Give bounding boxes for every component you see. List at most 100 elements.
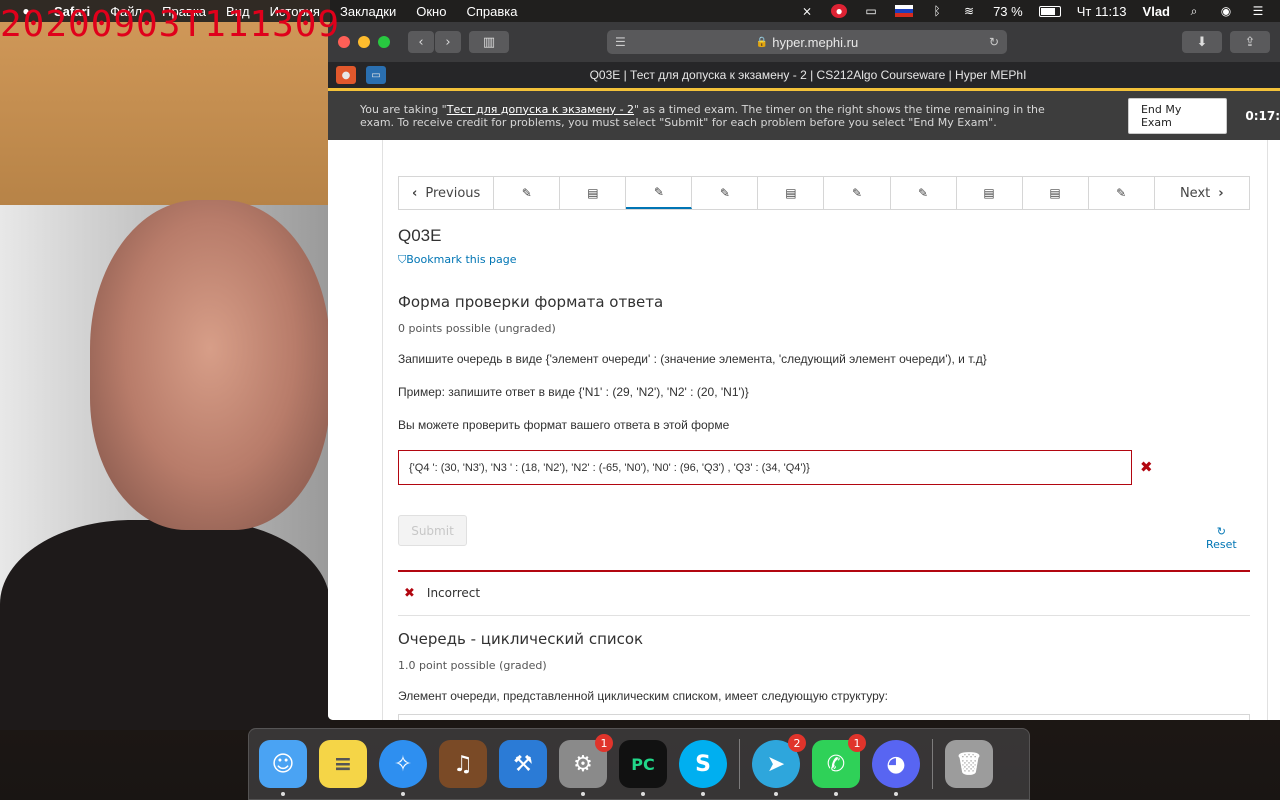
telegram-icon[interactable]: ➤ 2 xyxy=(752,734,806,796)
webcam-person-body xyxy=(0,520,330,730)
skype-icon[interactable]: S xyxy=(679,740,727,796)
forward-button[interactable]: › xyxy=(435,31,461,53)
pycharm-icon[interactable]: PC xyxy=(619,740,667,796)
dock-separator xyxy=(739,739,740,789)
share-icon[interactable]: ⇪ xyxy=(1230,31,1270,53)
problem-1-example: Пример: запишите ответ в виде {'N1' : (2… xyxy=(398,385,749,399)
sequence-item-5[interactable]: ▤ xyxy=(758,177,825,209)
xcode-icon[interactable]: ⚒ xyxy=(499,740,547,788)
sequence-item-3[interactable]: ✎ xyxy=(626,177,693,209)
exam-name-link[interactable]: Тест для допуска к экзамену - 2 xyxy=(447,103,634,116)
minimize-window-button[interactable] xyxy=(358,36,370,48)
notification-center-icon[interactable]: ☰ xyxy=(1250,4,1266,18)
edit-icon: ✎ xyxy=(917,186,929,200)
battery-percentage[interactable]: 73 % xyxy=(993,4,1023,19)
menu-clock[interactable]: Чт 11:13 xyxy=(1077,4,1127,19)
running-indicator xyxy=(641,792,645,796)
problem-divider xyxy=(398,615,1250,616)
no-network-icon[interactable]: ⨯ xyxy=(799,4,815,18)
safari-toolbar: ‹ › ▥ ☰ 🔒 hyper.mephi.ru ↻ ⬇ ⇪ xyxy=(328,22,1280,62)
url-text: hyper.mephi.ru xyxy=(772,34,859,50)
finder-icon[interactable]: ☺ xyxy=(259,740,307,796)
notification-app-icon[interactable]: ● xyxy=(831,4,848,18)
problem-1-title: Форма проверки формата ответа xyxy=(398,293,664,311)
menu-help[interactable]: Справка xyxy=(466,4,517,19)
menu-bar-status: ⨯ ● ▭ ᛒ ≋ 73 % Чт 11:13 Vlad ⌕ ◉ ☰ xyxy=(799,4,1280,19)
edit-icon: ✎ xyxy=(521,186,532,200)
edit-icon: ✎ xyxy=(1116,186,1127,200)
zoom-window-button[interactable] xyxy=(378,36,390,48)
reader-view-icon[interactable]: ☰ xyxy=(615,35,626,49)
previous-button[interactable]: ‹ Previous xyxy=(399,177,495,209)
menu-bookmarks[interactable]: Закладки xyxy=(340,4,396,19)
reload-icon[interactable]: ↻ xyxy=(989,35,999,49)
sequence-item-9[interactable]: ▤ xyxy=(1023,177,1089,209)
problem-2-code-box xyxy=(398,714,1250,720)
downloads-icon[interactable]: ⬇ xyxy=(1182,31,1222,53)
answer-input[interactable]: {'Q4 ': (30, 'N3'), 'N3 ' : (18, 'N2'), … xyxy=(398,450,1132,485)
sequence-item-2[interactable]: ▤ xyxy=(560,177,627,209)
reset-button[interactable]: ↻ Reset xyxy=(1206,525,1237,551)
garageband-icon[interactable]: ♫ xyxy=(439,740,487,788)
book-icon: ▤ xyxy=(1049,186,1061,200)
book-icon: ▤ xyxy=(785,186,797,200)
pinned-tab-icon[interactable]: ● xyxy=(336,66,356,84)
exam-banner-prefix: You are taking " xyxy=(360,102,447,116)
safari-icon[interactable]: ✧ xyxy=(379,740,427,796)
problem-1-feedback: ✖ Incorrect xyxy=(398,570,1250,614)
battery-icon[interactable] xyxy=(1038,5,1061,17)
discord-icon[interactable]: ◕ xyxy=(872,740,920,796)
facetime-badge: 1 xyxy=(848,734,866,752)
sequence-navigation: ‹ Previous ✎ ▤ ✎ ✎ ▤ ✎ ✎ ▤ ▤ ✎ Next › xyxy=(398,176,1250,210)
sequence-item-10[interactable]: ✎ xyxy=(1089,177,1155,209)
sequence-item-8[interactable]: ▤ xyxy=(957,177,1023,209)
problem-2-points: 1.0 point possible (graded) xyxy=(398,659,547,672)
sequence-item-1[interactable]: ✎ xyxy=(494,177,561,209)
chevron-left-icon: ‹ xyxy=(412,185,418,201)
wifi-icon[interactable]: ≋ xyxy=(961,4,977,18)
problem-1-points: 0 points possible (ungraded) xyxy=(398,322,556,335)
sidebar-toggle-icon[interactable]: ▥ xyxy=(469,31,509,53)
edit-icon: ✎ xyxy=(719,186,730,200)
mac-dock: ☺ ≡ ✧ ♫ ⚒ ⚙ 1 PC S ➤ 2 ✆ 1 ◕ 🗑 xyxy=(248,728,1030,800)
incorrect-mark-icon: ✖ xyxy=(1140,458,1153,476)
safari-window: ‹ › ▥ ☰ 🔒 hyper.mephi.ru ↻ ⬇ ⇪ ● ▭ Q03E … xyxy=(328,22,1280,720)
problem-1-note: Вы можете проверить формат вашего ответа… xyxy=(398,418,730,432)
address-bar[interactable]: ☰ 🔒 hyper.mephi.ru ↻ xyxy=(607,30,1007,54)
running-indicator xyxy=(581,792,585,796)
menu-user[interactable]: Vlad xyxy=(1143,4,1170,19)
menu-window[interactable]: Окно xyxy=(416,4,446,19)
refresh-icon: ↻ xyxy=(1216,525,1226,538)
trash-icon[interactable]: 🗑 xyxy=(945,740,993,788)
incorrect-icon: ✖ xyxy=(404,585,415,601)
edit-icon: ✎ xyxy=(851,186,863,200)
running-indicator xyxy=(774,792,778,796)
timed-exam-banner: You are taking "Тест для допуска к экзам… xyxy=(328,88,1280,140)
submit-button[interactable]: Submit xyxy=(398,515,467,546)
running-indicator xyxy=(401,792,405,796)
facetime-icon[interactable]: ✆ 1 xyxy=(812,734,866,796)
active-tab-title[interactable]: Q03E | Тест для допуска к экзамену - 2 |… xyxy=(396,68,1280,82)
notes-icon[interactable]: ≡ xyxy=(319,740,367,788)
siri-icon[interactable]: ◉ xyxy=(1218,4,1234,18)
pinned-tab-messages-icon[interactable]: ▭ xyxy=(366,66,386,84)
sequence-item-4[interactable]: ✎ xyxy=(692,177,759,209)
bluetooth-icon[interactable]: ᛒ xyxy=(929,4,945,18)
running-indicator xyxy=(281,792,285,796)
exam-banner-message: You are taking "Тест для допуска к экзам… xyxy=(360,103,1066,129)
chevron-right-icon: › xyxy=(1218,185,1224,201)
keyboard-layout-flag-icon[interactable] xyxy=(895,5,914,17)
end-my-exam-button[interactable]: End My Exam xyxy=(1127,97,1228,134)
messages-status-icon[interactable]: ▭ xyxy=(863,4,879,18)
sequence-item-6[interactable]: ✎ xyxy=(824,177,891,209)
reset-label: Reset xyxy=(1206,538,1237,551)
running-indicator xyxy=(701,792,705,796)
spotlight-search-icon[interactable]: ⌕ xyxy=(1186,4,1202,18)
next-button[interactable]: Next › xyxy=(1155,177,1249,209)
back-button[interactable]: ‹ xyxy=(408,31,434,53)
system-preferences-icon[interactable]: ⚙ 1 xyxy=(559,734,613,796)
bookmark-link[interactable]: ⛉Bookmark this page xyxy=(398,253,517,267)
book-icon: ▤ xyxy=(587,186,599,200)
sequence-item-7[interactable]: ✎ xyxy=(891,177,957,209)
running-indicator xyxy=(834,792,838,796)
